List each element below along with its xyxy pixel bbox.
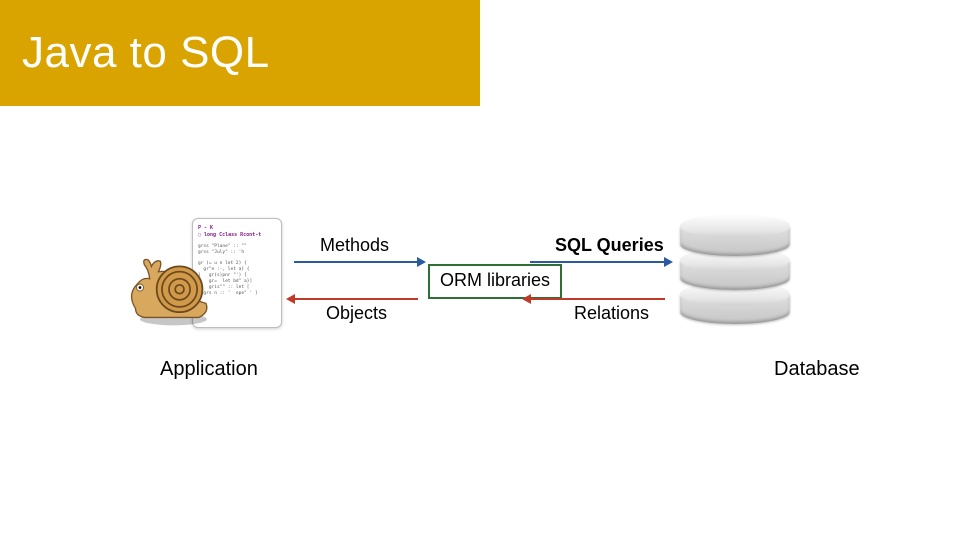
relations-label: Relations xyxy=(574,303,649,324)
orm-libraries-box: ORM libraries xyxy=(428,264,562,299)
sql-queries-label: SQL Queries xyxy=(555,235,664,256)
arrow-methods xyxy=(294,261,418,263)
snail-icon xyxy=(124,240,214,328)
methods-label: Methods xyxy=(320,235,389,256)
title-bar: Java to SQL xyxy=(0,0,480,106)
database-label: Database xyxy=(774,358,860,381)
arrow-relations xyxy=(530,298,665,300)
application-label: Application xyxy=(160,358,258,381)
objects-label: Objects xyxy=(326,303,387,324)
slide-title: Java to SQL xyxy=(22,28,270,78)
application-icon: P - K ▢ long Cclass Rcont-t grss "Plane"… xyxy=(130,218,285,333)
arrow-sql-queries xyxy=(530,261,665,263)
arrow-objects xyxy=(294,298,418,300)
database-icon xyxy=(680,216,790,326)
